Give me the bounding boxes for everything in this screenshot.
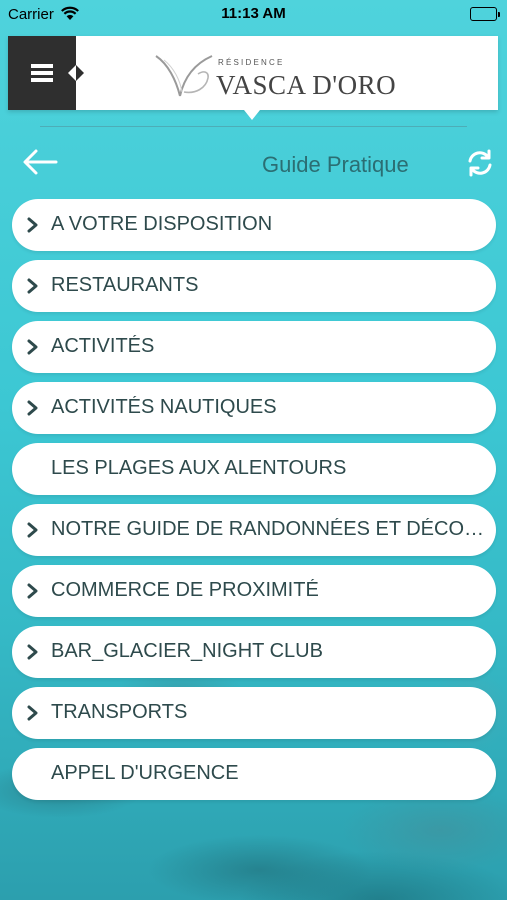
battery-icon — [470, 7, 500, 21]
refresh-icon[interactable] — [466, 149, 494, 182]
list-item-label: BAR_GLACIER_NIGHT CLUB — [51, 640, 323, 662]
app-header: RÉSIDENCE VASCA D'ORO — [8, 36, 498, 110]
menu-button[interactable] — [8, 36, 84, 110]
logo-name: VASCA D'ORO — [216, 70, 397, 100]
chevron-right-icon — [27, 705, 38, 721]
list-item[interactable]: RESTAURANTS — [12, 260, 496, 312]
list-item[interactable]: TRANSPORTS — [12, 687, 496, 739]
list-item[interactable]: ACTIVITÉS — [12, 321, 496, 373]
list-item[interactable]: ACTIVITÉS NAUTIQUES — [12, 382, 496, 434]
list-item[interactable]: APPEL D'URGENCE — [12, 748, 496, 800]
header-pointer — [244, 110, 260, 120]
logo: RÉSIDENCE VASCA D'ORO — [154, 50, 424, 100]
chevron-right-icon — [27, 217, 38, 233]
logo-mark-icon — [155, 55, 213, 97]
guide-list: A VOTRE DISPOSITION RESTAURANTS ACTIVITÉ… — [12, 199, 496, 809]
chevron-right-icon — [27, 522, 38, 538]
list-item-label: RESTAURANTS — [51, 274, 199, 296]
list-item-label: LES PLAGES AUX ALENTOURS — [51, 457, 347, 479]
chevron-right-icon — [27, 400, 38, 416]
list-item-label: COMMERCE DE PROXIMITÉ — [51, 579, 319, 601]
hamburger-icon — [31, 61, 53, 85]
status-bar: Carrier 11:13 AM — [0, 0, 507, 30]
list-item-label: TRANSPORTS — [51, 701, 188, 723]
logo-subtitle: RÉSIDENCE — [218, 58, 285, 67]
nav-bar: Guide Pratique — [0, 140, 507, 186]
chevron-right-icon — [27, 583, 38, 599]
chevron-right-icon — [27, 339, 38, 355]
list-item-label: ACTIVITÉS NAUTIQUES — [51, 396, 277, 418]
list-item-label: NOTRE GUIDE DE RANDONNÉES ET DÉCOUVERTES — [51, 518, 488, 540]
list-item[interactable]: NOTRE GUIDE DE RANDONNÉES ET DÉCOUVERTES — [12, 504, 496, 556]
list-item[interactable]: COMMERCE DE PROXIMITÉ — [12, 565, 496, 617]
list-item-label: A VOTRE DISPOSITION — [51, 213, 273, 235]
list-item[interactable]: LES PLAGES AUX ALENTOURS — [12, 443, 496, 495]
page-title: Guide Pratique — [262, 152, 409, 177]
chevron-right-icon — [27, 278, 38, 294]
chevron-right-icon — [27, 644, 38, 660]
list-item[interactable]: BAR_GLACIER_NIGHT CLUB — [12, 626, 496, 678]
back-arrow-icon[interactable] — [22, 148, 58, 181]
clock: 11:13 AM — [221, 5, 286, 22]
list-item-label: ACTIVITÉS — [51, 335, 155, 357]
divider — [40, 126, 467, 127]
list-item[interactable]: A VOTRE DISPOSITION — [12, 199, 496, 251]
list-item-label: APPEL D'URGENCE — [51, 762, 239, 784]
